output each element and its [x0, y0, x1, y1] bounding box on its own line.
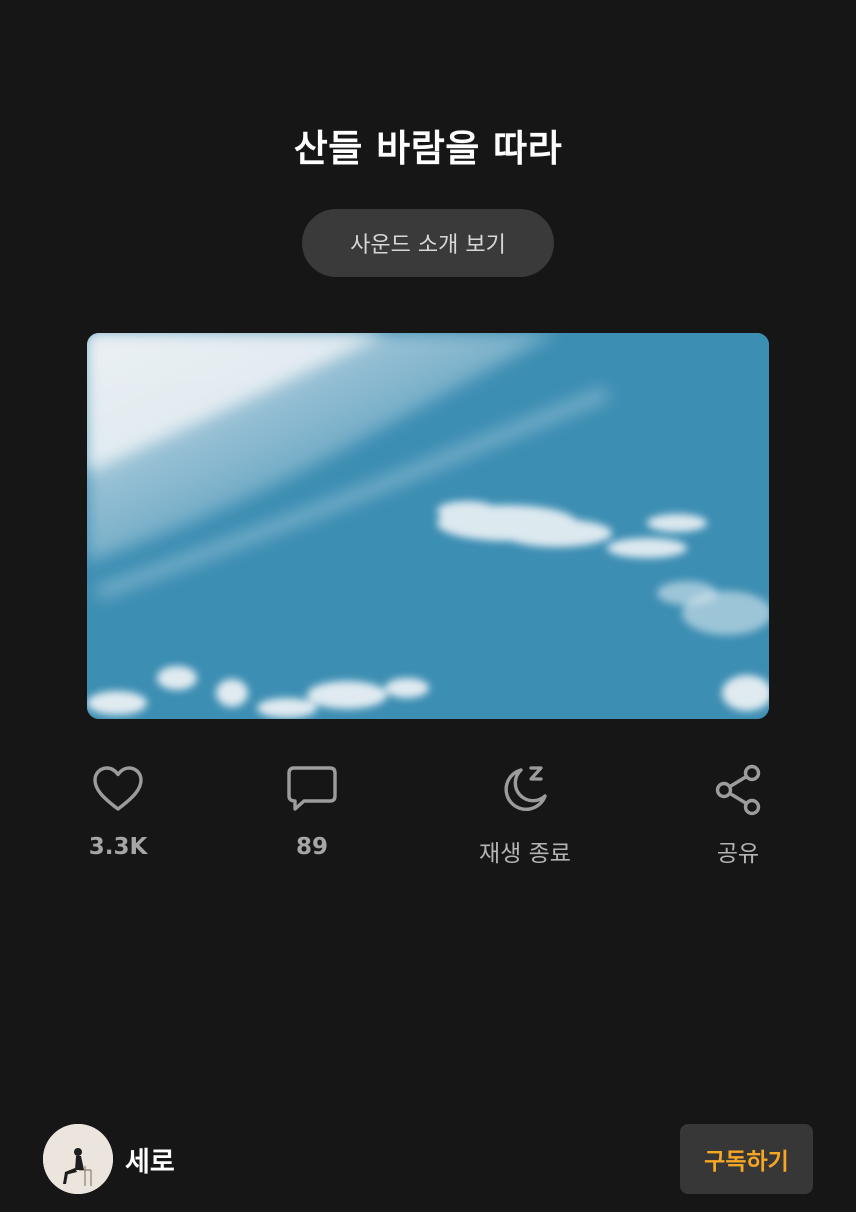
- creator-avatar[interactable]: [43, 1124, 113, 1194]
- sleep-timer-label: 재생 종료: [479, 841, 571, 867]
- action-bar: 3.3K 89 재생 종료 공유: [0, 762, 856, 882]
- creator-info[interactable]: 세로: [43, 1124, 175, 1194]
- share-label: 공유: [716, 841, 760, 867]
- comment-count: 89: [295, 834, 328, 860]
- share-button[interactable]: 공유: [658, 762, 818, 882]
- subscribe-button[interactable]: 구독하기: [680, 1124, 813, 1194]
- heart-icon: [90, 762, 146, 818]
- share-icon: [710, 762, 766, 818]
- moon-zzz-icon: [497, 762, 553, 818]
- sleep-timer-button[interactable]: 재생 종료: [445, 762, 605, 882]
- chat-bubble-icon: [284, 762, 340, 818]
- like-count: 3.3K: [88, 834, 148, 860]
- sound-intro-button[interactable]: 사운드 소개 보기: [302, 209, 554, 277]
- sound-title: 산들 바람을 따라: [293, 127, 563, 170]
- sky-cover-image: [87, 333, 769, 719]
- comment-button[interactable]: 89: [232, 762, 392, 882]
- creator-name[interactable]: 세로: [125, 1140, 175, 1179]
- sound-detail-page: 산들 바람을 따라 사운드 소개 보기 3.3K 89 재생 종료 공유 세로 …: [0, 0, 856, 1212]
- like-button[interactable]: 3.3K: [38, 762, 198, 882]
